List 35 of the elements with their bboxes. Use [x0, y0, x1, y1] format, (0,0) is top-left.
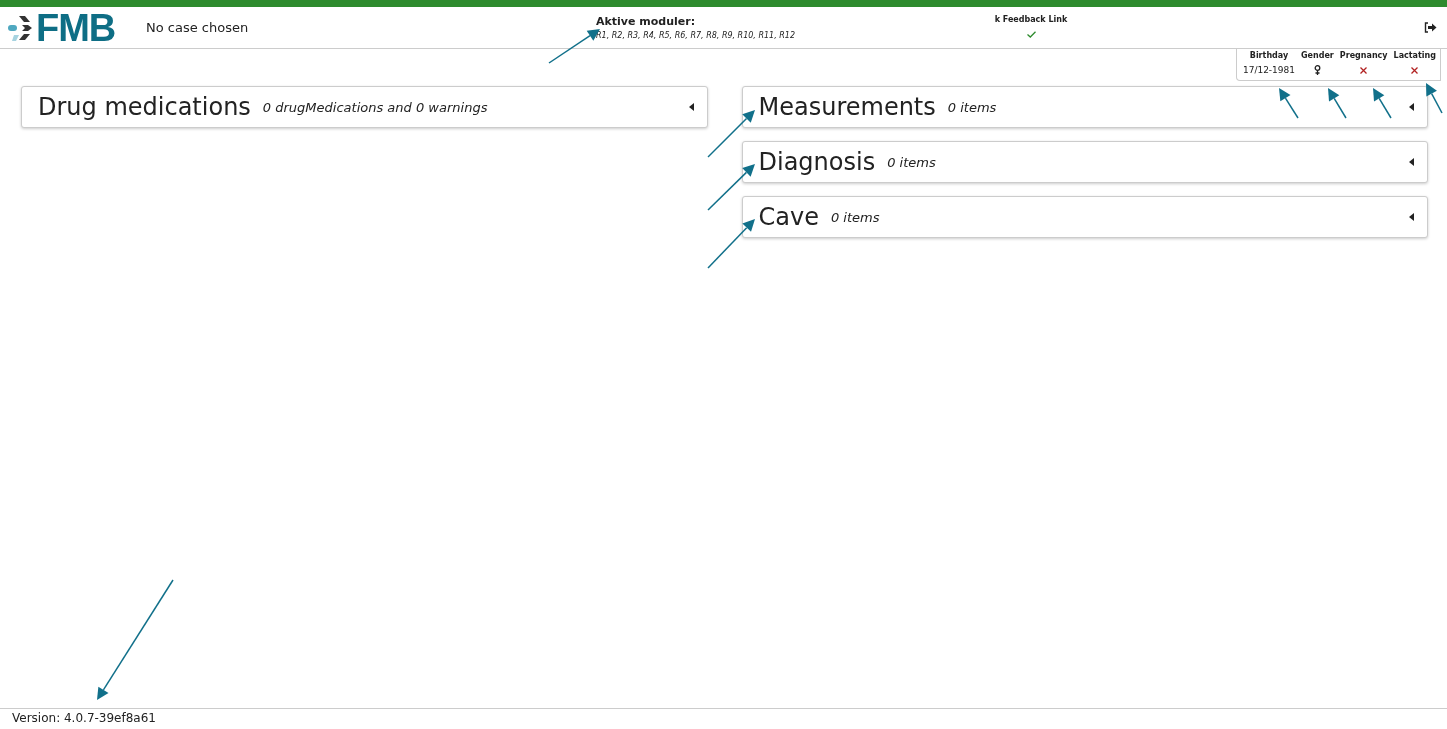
collapsible-panel[interactable]: Measurements 0 items: [741, 86, 1428, 128]
column-label: Gender: [1301, 51, 1334, 60]
caret-icon[interactable]: [1409, 103, 1415, 111]
caret-icon[interactable]: [1409, 158, 1415, 166]
panel-summary: 0 items: [830, 209, 880, 225]
annotation-arrow: [707, 110, 755, 158]
annotation-arrow: [1328, 88, 1347, 119]
panel-title: Measurements: [758, 93, 936, 121]
birthday-value: 17/12-1981: [1242, 64, 1296, 76]
caret-icon[interactable]: [688, 103, 695, 111]
column-label: Lactating: [1393, 51, 1436, 60]
modules-title: Aktive moduler:: [596, 15, 697, 28]
collapsible-panel[interactable]: Drug medications 0 drugMedications and 0 warnings: [21, 86, 708, 128]
annotation-arrow: [1373, 88, 1392, 119]
logout-icon[interactable]: [1424, 22, 1437, 33]
annotation-arrow: [1279, 88, 1299, 119]
case-label: No case chosen: [146, 20, 250, 35]
version-text: Version: 4.0.7-39ef8a61: [12, 711, 156, 725]
column-label: Birthday: [1249, 51, 1289, 60]
annotation-arrow: [707, 219, 755, 269]
annotation-arrow: [707, 164, 755, 211]
column-label: Pregnancy: [1339, 51, 1388, 60]
panel-summary: 0 items: [887, 154, 936, 170]
logo-text: FMB: [36, 8, 116, 47]
annotation-arrow: [1426, 83, 1443, 114]
collapsible-panel[interactable]: Diagnosis 0 items: [741, 141, 1428, 183]
feedback-link[interactable]: k Feedback Link: [994, 15, 1068, 24]
caret-icon[interactable]: [1409, 213, 1415, 221]
panel-summary: 0 drugMedications and 0 warnings: [262, 99, 488, 115]
collapsible-panel[interactable]: Cave 0 items: [741, 196, 1428, 238]
modules-list: R1, R2, R3, R4, R5, R6, R7, R8, R9, R10, R11, R12: [596, 31, 996, 40]
panel-title: Cave: [758, 203, 819, 231]
panel-summary: 0 items: [947, 99, 997, 115]
panel-title: Drug medications: [38, 93, 251, 121]
panel-title: Diagnosis: [758, 148, 876, 176]
